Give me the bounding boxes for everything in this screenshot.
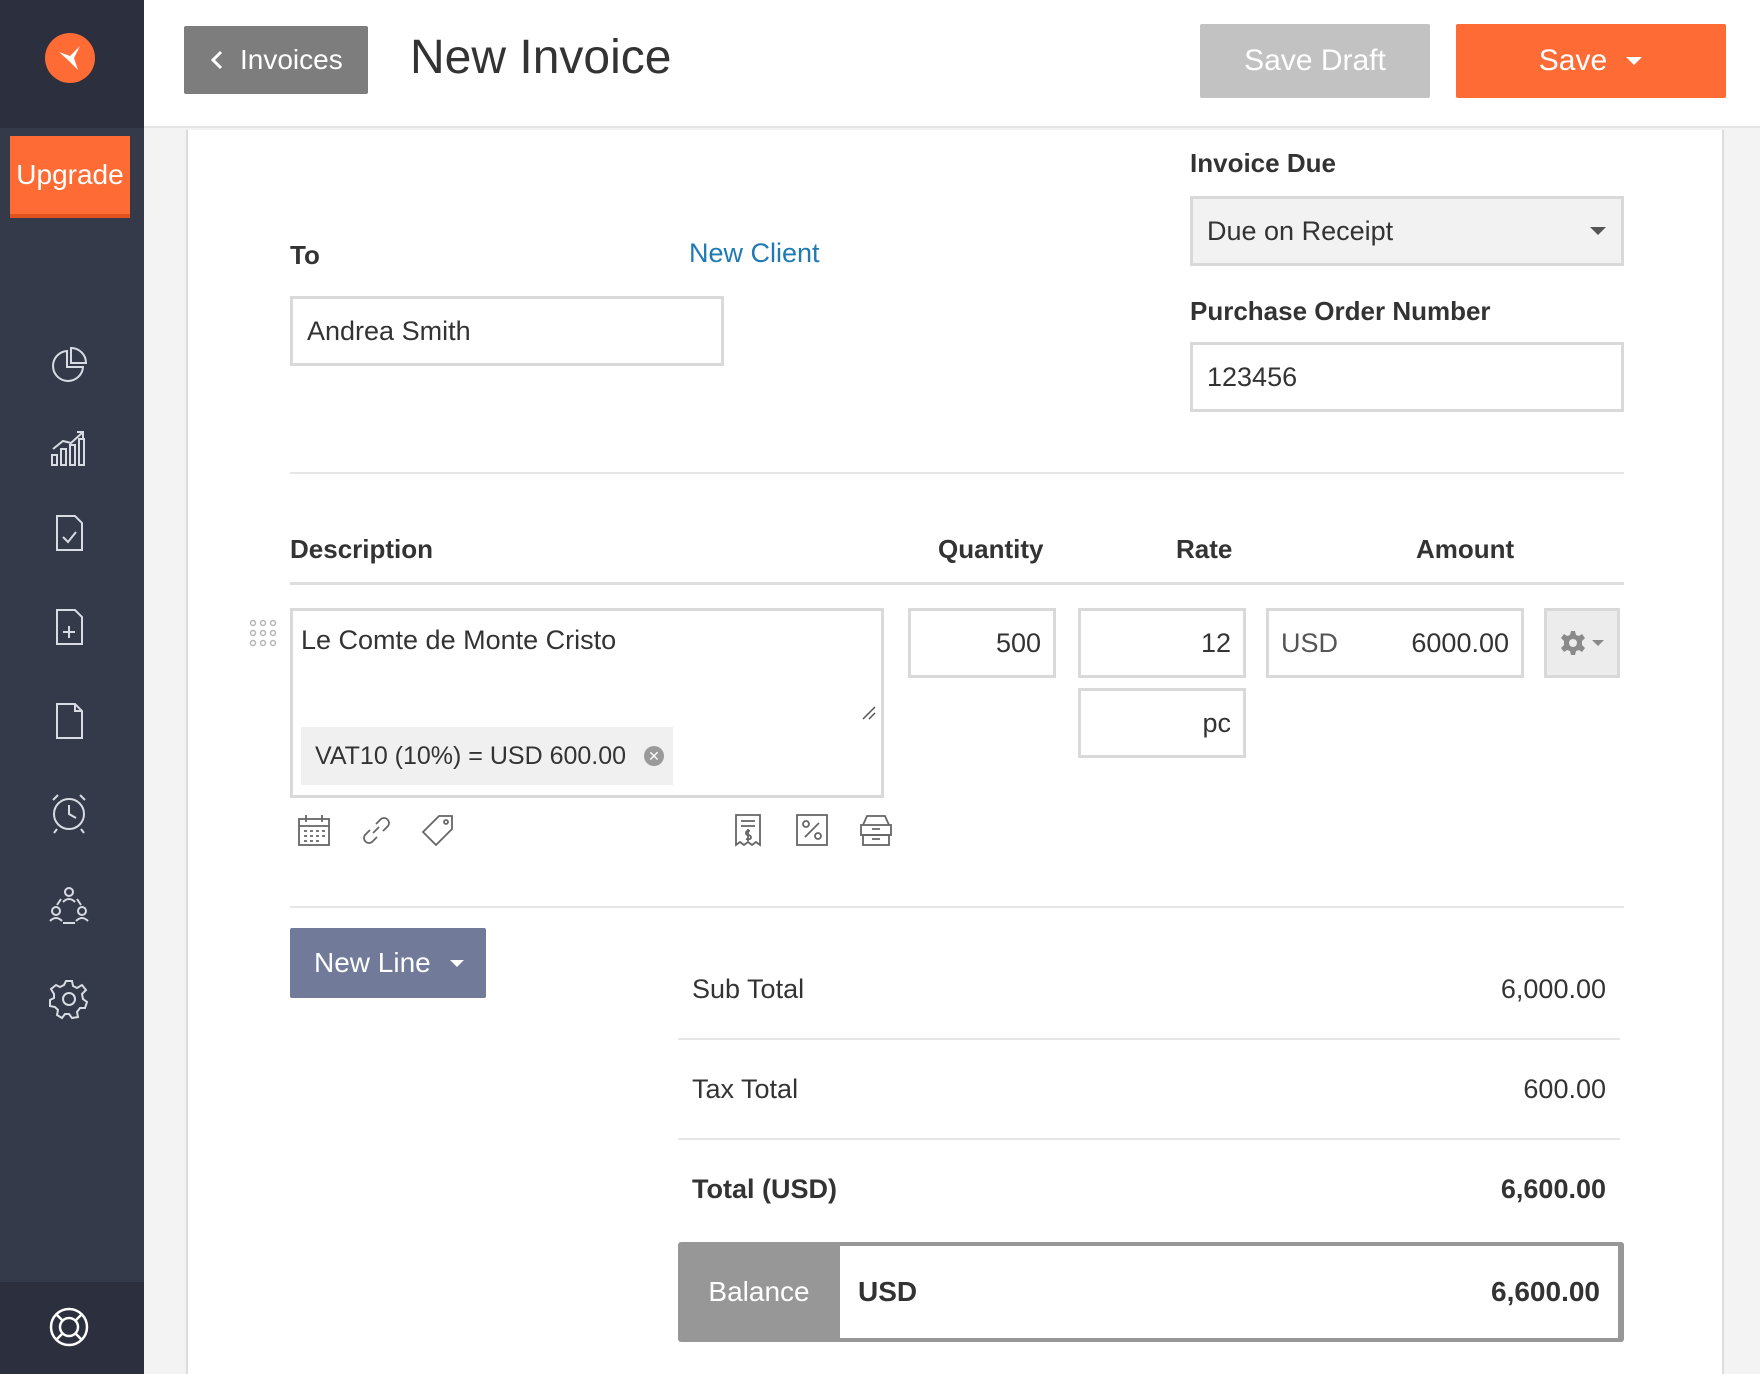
tax-total-row: Tax Total 600.00: [678, 1040, 1620, 1140]
total-row: Total (USD) 6,600.00: [678, 1140, 1620, 1240]
archive-box-icon[interactable]: [856, 810, 896, 850]
link-icon[interactable]: [356, 810, 396, 850]
balance-label: Balance: [708, 1276, 810, 1307]
total-value: 6,600.00: [1500, 1174, 1606, 1204]
documents-icon[interactable]: [44, 696, 94, 746]
page-title: New Invoice: [410, 31, 672, 84]
new-document-icon[interactable]: [44, 602, 94, 652]
invoice-expense-icon[interactable]: [728, 810, 768, 850]
save-button[interactable]: Save: [1456, 24, 1726, 98]
time-tracking-icon[interactable]: [44, 788, 94, 838]
reports-icon[interactable]: [44, 424, 94, 474]
invoice-form-card: Invoice Due Due on Receipt To New Client…: [186, 130, 1724, 1374]
clients-icon[interactable]: [44, 880, 94, 930]
tax-total-value: 600.00: [1523, 1074, 1606, 1104]
tax-chip-label: VAT10 (10%) = USD 600.00: [315, 741, 627, 770]
divider: [290, 472, 1624, 474]
drag-handle-icon[interactable]: [248, 618, 280, 650]
estimates-icon[interactable]: [44, 508, 94, 558]
tag-icon[interactable]: [418, 810, 458, 850]
amount-column-header: Amount: [1416, 534, 1515, 564]
to-label: To: [290, 240, 320, 270]
brand-logo[interactable]: [45, 33, 95, 83]
balance-currency: USD: [858, 1276, 918, 1307]
save-draft-button[interactable]: Save Draft: [1200, 24, 1430, 98]
rate-column-header: Rate: [1176, 534, 1233, 564]
caret-down-icon: [449, 959, 464, 967]
back-to-invoices-button[interactable]: Invoices: [184, 26, 368, 94]
invoice-due-label: Invoice Due: [1190, 148, 1336, 178]
client-input[interactable]: Andrea Smith: [290, 296, 724, 366]
invoice-due-select[interactable]: Due on Receipt: [1190, 196, 1624, 266]
po-number-input[interactable]: 123456: [1190, 342, 1624, 412]
amount-currency: USD: [1281, 627, 1339, 658]
new-line-label: New Line: [314, 947, 431, 978]
caret-down-icon: [1592, 640, 1604, 646]
upgrade-button[interactable]: Upgrade: [10, 136, 130, 218]
remove-tax-icon[interactable]: ✕: [644, 746, 665, 766]
po-number-label: Purchase Order Number: [1190, 296, 1491, 326]
header-bar: Invoices New Invoice Save Draft Save: [144, 0, 1760, 128]
help-lifebuoy-icon[interactable]: [44, 1302, 94, 1352]
save-button-label: Save: [1538, 44, 1608, 77]
chevron-left-icon: [210, 50, 223, 70]
sub-total-row: Sub Total 6,000.00: [678, 940, 1620, 1040]
caret-down-icon: [1626, 57, 1643, 65]
invoice-due-value: Due on Receipt: [1207, 215, 1394, 246]
new-client-link[interactable]: New Client: [689, 238, 820, 269]
amount-value: 6000.00: [1411, 627, 1509, 658]
line-items-divider: [290, 906, 1624, 908]
discount-percent-icon[interactable]: [792, 810, 832, 850]
table-header-divider: [290, 582, 1624, 585]
resize-handle-icon[interactable]: [861, 705, 877, 721]
quantity-column-header: Quantity: [938, 534, 1044, 564]
balance-value: 6,600.00: [1491, 1276, 1600, 1307]
bird-icon: [59, 46, 80, 70]
tax-chip: VAT10 (10%) = USD 600.00 ✕: [301, 727, 673, 785]
calendar-icon[interactable]: [294, 810, 334, 850]
dropdown-arrow-icon: [1590, 227, 1606, 235]
tax-total-label: Tax Total: [692, 1074, 799, 1104]
line-description-text: Le Comte de Monte Cristo: [301, 625, 617, 655]
sub-total-value: 6,000.00: [1500, 974, 1606, 1004]
settings-icon[interactable]: [44, 974, 94, 1024]
quantity-input[interactable]: 500: [908, 608, 1056, 678]
new-line-button[interactable]: New Line: [290, 928, 486, 998]
line-description-textarea[interactable]: Le Comte de Monte Cristo VAT10 (10%) = U…: [290, 608, 884, 798]
rate-input[interactable]: 12: [1078, 608, 1246, 678]
sidebar: Upgrade: [0, 0, 144, 1374]
line-options-button[interactable]: [1544, 608, 1620, 678]
dashboard-icon[interactable]: [44, 340, 94, 390]
logo-area: [0, 0, 144, 128]
total-label: Total (USD): [692, 1174, 837, 1204]
balance-box: Balance USD 6,600.00: [678, 1242, 1624, 1342]
back-button-label: Invoices: [240, 44, 343, 75]
gear-icon: [1561, 631, 1585, 655]
unit-input[interactable]: pc: [1078, 688, 1246, 758]
balance-field: USD 6,600.00: [840, 1246, 1618, 1338]
help-area: [0, 1282, 144, 1374]
description-column-header: Description: [290, 534, 434, 564]
sub-total-label: Sub Total: [692, 974, 805, 1004]
amount-field: USD 6000.00: [1266, 608, 1524, 678]
